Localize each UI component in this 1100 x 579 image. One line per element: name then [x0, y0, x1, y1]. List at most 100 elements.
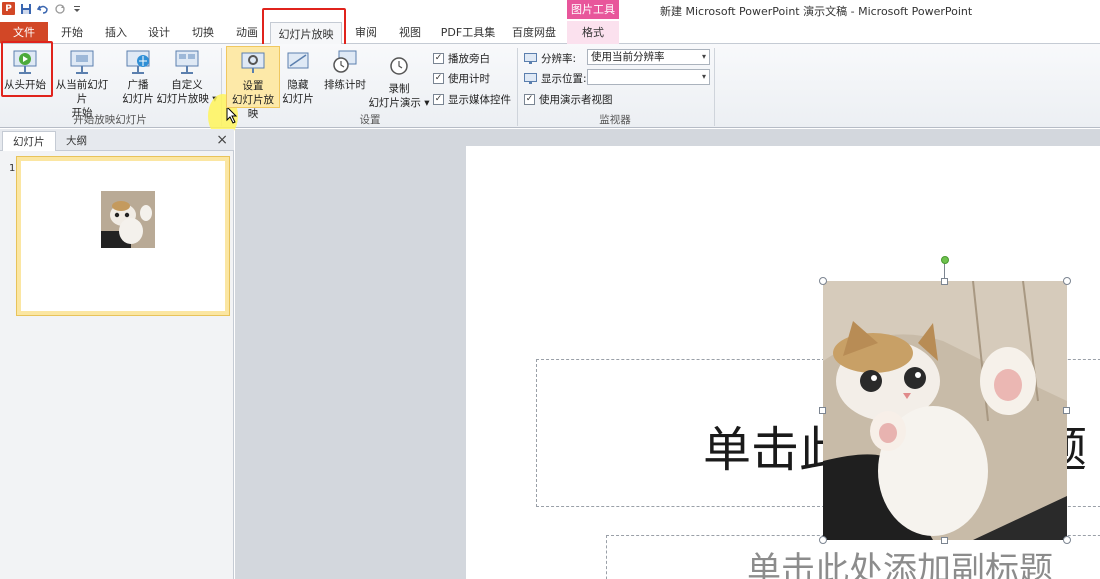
- tab-view[interactable]: 视图: [392, 21, 428, 44]
- rehearse-timings-button[interactable]: 排练计时: [322, 46, 368, 92]
- slide-number: 1: [9, 163, 16, 174]
- save-icon[interactable]: [20, 3, 32, 15]
- dropdown-arrow-icon: ▾: [420, 97, 430, 109]
- picture-tools-label: 图片工具: [567, 0, 619, 19]
- play-narrations-label: 播放旁白: [448, 53, 490, 65]
- use-timings-checkbox[interactable]: ✓ 使用计时: [433, 71, 490, 86]
- resize-handle-top-right[interactable]: [1063, 277, 1071, 285]
- presenter-view-checkbox[interactable]: ✓ 使用演示者视图: [524, 92, 613, 107]
- monitor-icon: [524, 73, 537, 84]
- presenter-view-label: 使用演示者视图: [539, 94, 613, 106]
- tab-outline[interactable]: 大纲: [56, 131, 97, 151]
- hide-slide-icon: [287, 52, 309, 69]
- record-label-2: 幻灯片演示: [368, 97, 421, 109]
- show-media-controls-label: 显示媒体控件: [448, 94, 511, 106]
- tab-file[interactable]: 文件: [0, 22, 48, 43]
- resolution-label: 分辨率:: [541, 53, 577, 65]
- hide-slide-button[interactable]: 隐藏 幻灯片: [282, 46, 314, 106]
- group-separator: [714, 48, 715, 126]
- tab-home[interactable]: 开始: [54, 21, 90, 44]
- group-label-setup: 设置: [359, 114, 381, 126]
- resize-handle-top-left[interactable]: [819, 277, 827, 285]
- setup-slideshow-icon: [241, 52, 265, 73]
- checkbox-checked-icon[interactable]: ✓: [433, 73, 444, 84]
- resize-handle-bottom-left[interactable]: [819, 536, 827, 544]
- tab-pdf-tools[interactable]: PDF工具集: [437, 21, 499, 44]
- broadcast-label-2: 幻灯片: [122, 93, 154, 105]
- tab-animations[interactable]: 动画: [229, 21, 265, 44]
- customize-toolbar-icon[interactable]: [71, 3, 83, 15]
- broadcast-slideshow-button[interactable]: 广播 幻灯片: [118, 46, 158, 106]
- cat-picture[interactable]: [823, 281, 1067, 540]
- rehearse-label: 排练计时: [324, 79, 366, 91]
- ribbon-tabs: 文件 开始 插入 设计 切换 动画 幻灯片放映 审阅 视图 PDF工具集 百度网…: [0, 19, 1100, 45]
- show-on-row: 显示位置:: [524, 71, 587, 86]
- quick-access-toolbar: P: [2, 2, 83, 15]
- resolution-select[interactable]: 使用当前分辨率 ▾: [587, 49, 710, 65]
- resize-handle-bottom[interactable]: [941, 537, 948, 544]
- show-on-label: 显示位置:: [541, 73, 587, 85]
- group-label-start-slideshow: 开始放映幻灯片: [73, 114, 147, 126]
- custom-label-1: 自定义: [171, 79, 203, 91]
- use-timings-label: 使用计时: [448, 73, 490, 85]
- custom-slideshow-icon: [175, 50, 199, 74]
- tab-format[interactable]: 格式: [567, 21, 619, 44]
- show-on-select[interactable]: ▾: [587, 69, 710, 85]
- thumbnail-canvas: [21, 161, 225, 311]
- slideshow-tab-highlight: [262, 8, 346, 46]
- resolution-value: 使用当前分辨率: [591, 51, 665, 63]
- record-slideshow-button[interactable]: 录制 幻灯片演示 ▾: [368, 50, 430, 110]
- title-bar: P 图片工具 新建 Microsoft PowerPoint 演示文稿 - Mi…: [0, 0, 1100, 19]
- checkbox-checked-icon[interactable]: ✓: [524, 94, 535, 105]
- custom-slideshow-button[interactable]: 自定义 幻灯片放映 ▾: [156, 46, 218, 106]
- checkbox-checked-icon[interactable]: ✓: [433, 94, 444, 105]
- tab-insert[interactable]: 插入: [98, 21, 134, 44]
- tab-slides[interactable]: 幻灯片: [2, 131, 56, 151]
- powerpoint-logo-icon[interactable]: P: [2, 2, 15, 15]
- resolution-row: 分辨率:: [524, 51, 576, 66]
- ribbon: 从头开始 从当前幻灯片 开始 广播 幻灯片 自定义 幻灯片放映 ▾ 开始放映幻灯…: [0, 41, 1100, 138]
- setup-label-2: 幻灯片放映: [232, 94, 274, 120]
- custom-label-2: 幻灯片放映: [156, 93, 209, 105]
- rotation-handle[interactable]: [941, 256, 949, 264]
- hide-label-2: 幻灯片: [282, 93, 314, 105]
- chevron-down-icon: ▾: [701, 52, 706, 61]
- resize-handle-top[interactable]: [941, 278, 948, 285]
- broadcast-icon: [126, 50, 150, 74]
- resize-handle-bottom-right[interactable]: [1063, 536, 1071, 544]
- group-separator: [517, 48, 518, 126]
- record-label-1: 录制: [388, 83, 410, 95]
- redo-icon[interactable]: [54, 3, 66, 15]
- slide-thumbnail[interactable]: [16, 156, 230, 316]
- setup-label-1: 设置: [242, 80, 264, 92]
- undo-icon[interactable]: [37, 3, 49, 15]
- show-media-controls-checkbox[interactable]: ✓ 显示媒体控件: [433, 92, 511, 107]
- close-icon[interactable]: ×: [216, 132, 228, 148]
- broadcast-label-1: 广播: [127, 79, 149, 91]
- resize-handle-right[interactable]: [1063, 407, 1070, 414]
- hide-label-1: 隐藏: [287, 79, 309, 91]
- tab-design[interactable]: 设计: [141, 21, 177, 44]
- thumbnail-cat-image: [101, 191, 155, 248]
- tab-transitions[interactable]: 切换: [185, 21, 221, 44]
- group-label-monitors: 监视器: [599, 114, 631, 126]
- slideshow-current-icon: [70, 50, 94, 74]
- subtitle-placeholder-text: 单击此处添加副标题: [747, 550, 1053, 579]
- setup-slideshow-button[interactable]: 设置 幻灯片放映: [226, 46, 280, 120]
- rehearse-timings-icon: [333, 50, 357, 73]
- from-beginning-highlight: [1, 41, 53, 97]
- slides-pane: 幻灯片 大纲 × 1: [0, 129, 234, 579]
- resolution-icon: [524, 53, 537, 64]
- pane-tabs: 幻灯片 大纲 ×: [0, 129, 234, 151]
- resize-handle-left[interactable]: [819, 407, 826, 414]
- chevron-down-icon: ▾: [701, 72, 706, 81]
- tab-review[interactable]: 审阅: [348, 21, 384, 44]
- tab-baidu-netdisk[interactable]: 百度网盘: [507, 21, 561, 44]
- play-narrations-checkbox[interactable]: ✓ 播放旁白: [433, 51, 490, 66]
- checkbox-checked-icon[interactable]: ✓: [433, 53, 444, 64]
- from-current-slide-button[interactable]: 从当前幻灯片 开始: [52, 46, 112, 120]
- window-title: 新建 Microsoft PowerPoint 演示文稿 - Microsoft…: [660, 5, 973, 18]
- from-current-label-1: 从当前幻灯片: [55, 79, 109, 105]
- subtitle-placeholder[interactable]: 单击此处添加副标题: [606, 535, 1100, 579]
- record-icon: [390, 57, 408, 75]
